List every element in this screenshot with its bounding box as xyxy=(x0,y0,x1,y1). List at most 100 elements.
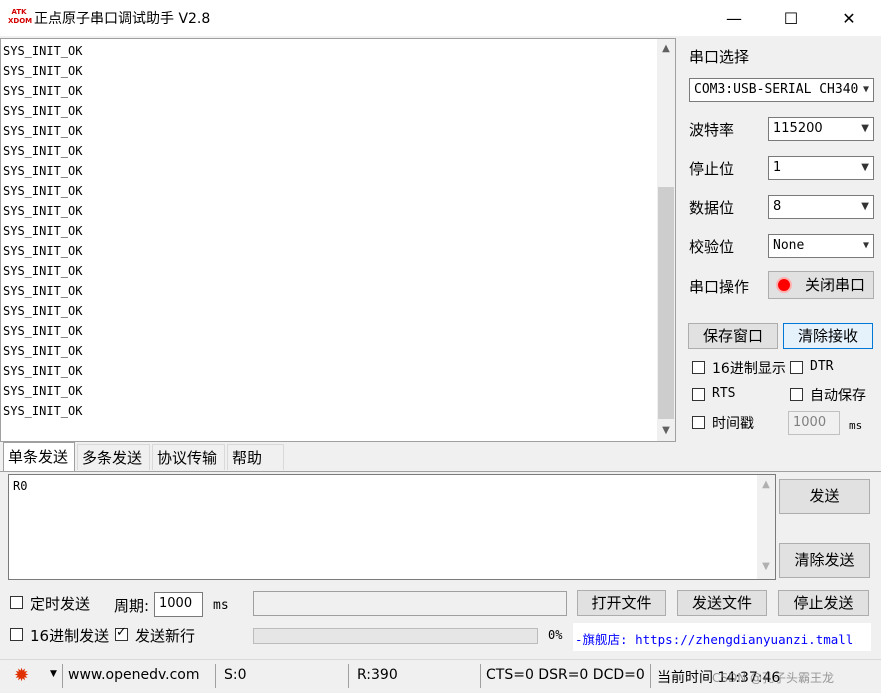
save-window-button[interactable]: 保存窗口 xyxy=(688,323,778,349)
receive-textarea[interactable]: SYS_INIT_OK SYS_INIT_OK SYS_INIT_OK SYS_INI… xyxy=(0,38,676,442)
port-op-label: 串口操作 xyxy=(689,278,750,296)
sent-count: S:0 xyxy=(224,667,247,683)
chevron-down-icon: ▼ xyxy=(862,84,869,95)
timestamp-unit: ms xyxy=(849,419,863,432)
rts-label: RTS xyxy=(712,386,736,401)
auto-save-checkbox[interactable] xyxy=(790,388,803,401)
shop-link-box: -旗舰店: https://zhengdianyuanzi.tmall xyxy=(573,623,871,651)
progress-percent: 0% xyxy=(548,628,563,642)
tab-multi-send[interactable]: 多条发送 xyxy=(77,444,150,470)
receive-line: SYS_INIT_OK xyxy=(3,384,83,398)
hex-send-label: 16进制发送 xyxy=(30,627,110,645)
period-label: 周期: xyxy=(114,597,150,615)
chevron-down-icon: ▼ xyxy=(861,162,869,173)
receive-line: SYS_INIT_OK xyxy=(3,44,83,58)
scroll-up-icon[interactable]: ▲ xyxy=(657,43,675,54)
scroll-up-icon[interactable]: ▲ xyxy=(757,479,775,490)
rts-checkbox[interactable] xyxy=(692,388,705,401)
scroll-down-icon[interactable]: ▼ xyxy=(757,561,775,572)
hex-send-checkbox[interactable] xyxy=(10,628,23,641)
receive-line: SYS_INIT_OK xyxy=(3,184,83,198)
chevron-down-icon: ▼ xyxy=(861,201,869,212)
port-value: COM3:USB-SERIAL CH340 xyxy=(694,82,859,97)
newline-label: 发送新行 xyxy=(135,627,196,645)
receive-scrollbar[interactable]: ▲ ▼ xyxy=(657,39,675,441)
shop-link[interactable]: -旗舰店: https://zhengdianyuanzi.tmall xyxy=(575,629,853,648)
receive-line: SYS_INIT_OK xyxy=(3,244,83,258)
receive-line: SYS_INIT_OK xyxy=(3,124,83,138)
title-bar: ATK XDOM 正点原子串口调试助手 V2.8 — ☐ ✕ xyxy=(0,0,881,36)
receive-line: SYS_INIT_OK xyxy=(3,344,83,358)
close-port-button[interactable]: 关闭串口 xyxy=(768,271,874,299)
stop-bits-select[interactable]: 1 ▼ xyxy=(768,156,874,180)
watermark: CSDN @孔子头霸王龙 xyxy=(712,671,835,685)
timestamp-label: 时间戳 xyxy=(712,416,754,432)
send-button[interactable]: 发送 xyxy=(779,479,870,514)
chevron-down-icon[interactable]: ▼ xyxy=(50,669,57,679)
chevron-down-icon: ▼ xyxy=(861,123,869,134)
app-logo: ATK XDOM xyxy=(8,8,33,25)
parity-label: 校验位 xyxy=(689,238,735,256)
data-bits-select[interactable]: 8 ▼ xyxy=(768,195,874,219)
send-file-button[interactable]: 发送文件 xyxy=(677,590,767,616)
line-status: CTS=0 DSR=0 DCD=0 xyxy=(486,667,645,683)
receive-line: SYS_INIT_OK xyxy=(3,224,83,238)
stop-bits-label: 停止位 xyxy=(689,160,735,178)
receive-lines: SYS_INIT_OK SYS_INIT_OK SYS_INIT_OK SYS_INI… xyxy=(3,41,653,421)
close-button[interactable]: ✕ xyxy=(826,0,872,36)
data-bits-label: 数据位 xyxy=(689,199,735,217)
receive-line: SYS_INIT_OK xyxy=(3,284,83,298)
file-path-input[interactable] xyxy=(253,591,567,616)
send-progress-bar xyxy=(253,628,538,644)
data-bits-value: 8 xyxy=(773,199,782,214)
send-textarea[interactable]: R0 ▲ ▼ xyxy=(8,474,776,580)
open-file-button[interactable]: 打开文件 xyxy=(577,590,666,616)
send-scrollbar[interactable]: ▲ ▼ xyxy=(757,475,775,579)
hex-display-checkbox[interactable] xyxy=(692,361,705,374)
baud-value: 115200 xyxy=(773,121,823,136)
send-text: R0 xyxy=(13,479,28,493)
stop-send-button[interactable]: 停止发送 xyxy=(778,590,869,616)
receive-line: SYS_INIT_OK xyxy=(3,164,83,178)
receive-line: SYS_INIT_OK xyxy=(3,104,83,118)
port-select[interactable]: COM3:USB-SERIAL CH340 ▼ xyxy=(689,78,874,102)
timed-send-label: 定时发送 xyxy=(30,595,91,613)
receive-line: SYS_INIT_OK xyxy=(3,364,83,378)
timestamp-checkbox[interactable] xyxy=(692,416,705,429)
tab-divider xyxy=(0,471,881,472)
period-input[interactable]: 1000 xyxy=(154,592,203,617)
minimize-button[interactable]: — xyxy=(711,0,757,36)
parity-select[interactable]: None ▼ xyxy=(768,234,874,258)
clear-receive-button[interactable]: 清除接收 xyxy=(783,323,873,349)
tab-help[interactable]: 帮助 xyxy=(227,444,284,470)
tab-single-send[interactable]: 单条发送 xyxy=(3,442,75,472)
website-link[interactable]: www.openedv.com xyxy=(68,667,200,683)
receive-line: SYS_INIT_OK xyxy=(3,304,83,318)
received-count: R:390 xyxy=(357,667,398,683)
timed-send-checkbox[interactable] xyxy=(10,596,23,609)
receive-line: SYS_INIT_OK xyxy=(3,324,83,338)
dtr-checkbox[interactable] xyxy=(790,361,803,374)
baud-select[interactable]: 115200 ▼ xyxy=(768,117,874,141)
port-select-label: 串口选择 xyxy=(689,48,750,66)
receive-line: SYS_INIT_OK xyxy=(3,84,83,98)
receive-line: SYS_INIT_OK xyxy=(3,144,83,158)
parity-value: None xyxy=(773,238,805,253)
receive-line: SYS_INIT_OK xyxy=(3,404,83,418)
tab-protocol[interactable]: 协议传输 xyxy=(152,444,225,470)
settings-gear-icon[interactable]: ✹ xyxy=(14,665,29,686)
newline-checkbox[interactable] xyxy=(115,625,128,641)
period-unit: ms xyxy=(213,598,229,613)
window-title: 正点原子串口调试助手 V2.8 xyxy=(34,11,211,27)
baud-label: 波特率 xyxy=(689,121,735,139)
stop-bits-value: 1 xyxy=(773,160,782,175)
maximize-button[interactable]: ☐ xyxy=(768,0,814,36)
scroll-thumb[interactable] xyxy=(658,187,674,419)
timestamp-interval-input[interactable]: 1000 xyxy=(788,411,840,435)
receive-line: SYS_INIT_OK xyxy=(3,264,83,278)
receive-line: SYS_INIT_OK xyxy=(3,204,83,218)
scroll-down-icon[interactable]: ▼ xyxy=(657,425,675,436)
status-bar: ✹ ▼ www.openedv.com S:0 R:390 CTS=0 DSR=… xyxy=(0,659,881,693)
clear-send-button[interactable]: 清除发送 xyxy=(779,543,870,578)
close-port-label: 关闭串口 xyxy=(805,276,866,294)
